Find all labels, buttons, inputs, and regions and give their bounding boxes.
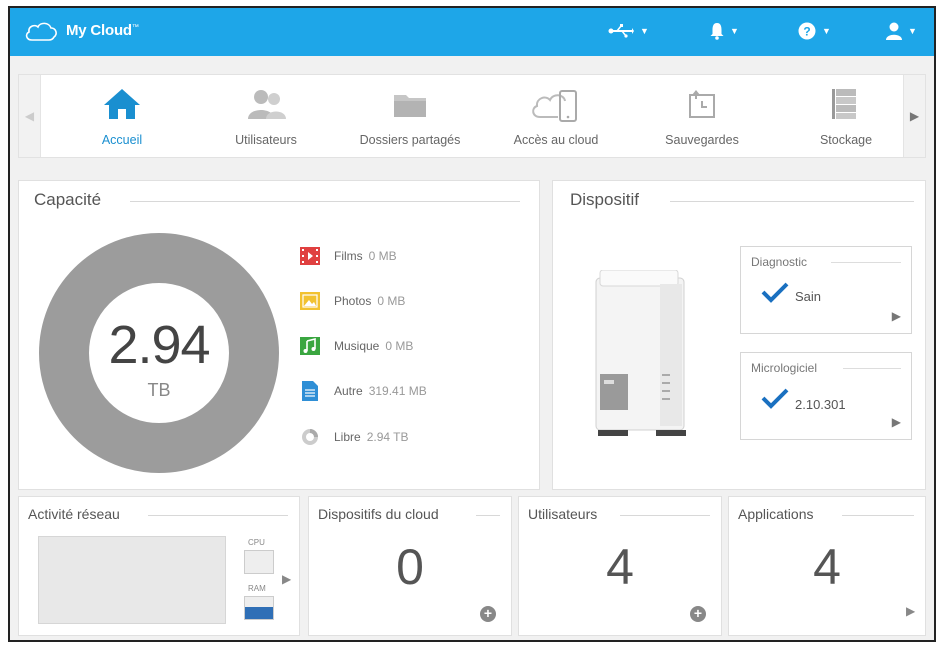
capacity-value: 2.94 xyxy=(108,315,210,375)
ram-meter xyxy=(244,596,274,620)
title-divider xyxy=(148,515,288,516)
photo-icon xyxy=(300,291,320,311)
diagnostic-title: Diagnostic xyxy=(751,255,814,269)
users-count: 4 xyxy=(606,539,634,595)
nav-label: Accès au cloud xyxy=(513,133,599,147)
nav-item-stockage[interactable]: Stockage xyxy=(781,81,911,155)
network-title: Activité réseau xyxy=(28,506,130,522)
legend-label: Autre xyxy=(334,384,363,398)
nav-label: Accueil xyxy=(101,133,143,147)
nav-item-dossiers-partages[interactable]: Dossiers partagés xyxy=(345,81,475,155)
add-cloud-device-button[interactable]: + xyxy=(480,606,496,622)
cloud-devices-title: Dispositifs du cloud xyxy=(318,506,449,522)
nav-label: Sauvegardes xyxy=(665,133,739,147)
cloud-devices-count: 0 xyxy=(396,539,424,595)
cpu-meter xyxy=(244,550,274,574)
user-icon xyxy=(886,22,902,40)
nav-scroll-right[interactable]: ▶ xyxy=(903,75,925,157)
ram-label: RAM xyxy=(248,584,266,593)
legend-item-photos: Photos 0 MB xyxy=(300,290,405,312)
caret-down-icon: ▼ xyxy=(908,26,917,36)
capacity-title: Capacité xyxy=(34,190,112,210)
diagnostic-value: Sain xyxy=(795,289,822,304)
network-graph xyxy=(38,536,226,624)
top-bar: My Cloud™ ▼ ▼ ? ▼ ▼ xyxy=(10,8,934,56)
legend-value: 0 MB xyxy=(368,249,397,263)
caret-down-icon: ▼ xyxy=(730,26,739,36)
legend-value: 319.41 MB xyxy=(368,384,427,398)
legend-value: 0 MB xyxy=(385,339,414,353)
chevron-right-icon[interactable]: ▶ xyxy=(282,572,291,586)
free-space-icon xyxy=(300,427,320,447)
nav-label: Dossiers partagés xyxy=(359,133,461,147)
document-icon xyxy=(300,381,320,401)
brand-name: My Cloud™ xyxy=(66,22,139,39)
nav-scroll-left[interactable]: ◀ xyxy=(19,75,41,157)
user-menu[interactable]: ▼ xyxy=(886,18,917,44)
nav-item-sauvegardes[interactable]: Sauvegardes xyxy=(637,81,767,155)
chevron-right-icon[interactable]: ▶ xyxy=(892,309,901,323)
svg-text:?: ? xyxy=(803,25,810,39)
bell-icon xyxy=(710,23,724,40)
ram-meter-fill xyxy=(245,607,273,619)
firmware-title: Micrologiciel xyxy=(751,361,824,375)
nav-label: Utilisateurs xyxy=(235,133,297,147)
folder-icon xyxy=(394,95,426,117)
nav-item-acces-cloud[interactable]: Accès au cloud xyxy=(491,81,621,155)
title-divider xyxy=(670,201,914,202)
users-icon xyxy=(248,90,286,119)
check-icon xyxy=(761,388,789,409)
card-divider xyxy=(831,262,901,263)
legend-item-musique: Musique 0 MB xyxy=(300,335,413,357)
device-title: Dispositif xyxy=(570,190,649,210)
title-divider xyxy=(620,515,710,516)
nas-device-image xyxy=(595,270,686,436)
help-icon: ? xyxy=(798,22,816,40)
chevron-right-icon[interactable]: ▶ xyxy=(906,604,915,618)
cloud-logo-icon xyxy=(25,22,57,41)
legend-label: Musique xyxy=(334,339,380,353)
diagnostic-card[interactable]: Diagnostic Sain ▶ xyxy=(740,246,912,334)
app-window: My Cloud™ ▼ ▼ ? ▼ ▼ ◀ Accueil Utilisateu… xyxy=(8,6,936,642)
applications-title: Applications xyxy=(738,506,824,522)
nav-item-accueil[interactable]: Accueil xyxy=(57,81,187,155)
caret-down-icon: ▼ xyxy=(822,26,831,36)
legend-item-autre: Autre 319.41 MB xyxy=(300,380,427,402)
usb-icon xyxy=(608,24,634,38)
nav-label: Stockage xyxy=(819,133,873,147)
title-divider xyxy=(476,515,500,516)
nav-item-utilisateurs[interactable]: Utilisateurs xyxy=(201,81,331,155)
film-icon xyxy=(300,246,320,266)
card-divider xyxy=(843,368,901,369)
legend-value: 2.94 TB xyxy=(366,430,409,444)
cloud-phone-icon xyxy=(532,90,577,122)
notifications-menu[interactable]: ▼ xyxy=(710,18,739,44)
legend-value: 0 MB xyxy=(377,294,406,308)
main-nav: ◀ Accueil Utilisateurs Dossiers partagés xyxy=(18,74,926,158)
home-icon xyxy=(104,89,140,119)
legend-item-libre: Libre 2.94 TB xyxy=(300,426,409,448)
firmware-value: 2.10.301 xyxy=(795,397,846,412)
applications-count: 4 xyxy=(813,539,841,595)
storage-icon xyxy=(832,89,856,119)
users-title: Utilisateurs xyxy=(528,506,608,522)
add-user-button[interactable]: + xyxy=(690,606,706,622)
title-divider xyxy=(842,515,914,516)
cpu-label: CPU xyxy=(248,538,265,547)
check-icon xyxy=(761,282,789,303)
help-menu[interactable]: ? ▼ xyxy=(798,18,831,44)
usb-menu[interactable]: ▼ xyxy=(608,18,649,44)
music-icon xyxy=(300,336,320,356)
chevron-right-icon[interactable]: ▶ xyxy=(892,415,901,429)
firmware-card[interactable]: Micrologiciel 2.10.301 ▶ xyxy=(740,352,912,440)
caret-down-icon: ▼ xyxy=(640,26,649,36)
capacity-unit: TB xyxy=(147,380,171,400)
backup-icon xyxy=(689,90,715,118)
title-divider xyxy=(130,201,520,202)
legend-label: Photos xyxy=(334,294,372,308)
legend-label: Films xyxy=(334,249,363,263)
legend-label: Libre xyxy=(334,430,361,444)
legend-item-films: Films 0 MB xyxy=(300,245,397,267)
